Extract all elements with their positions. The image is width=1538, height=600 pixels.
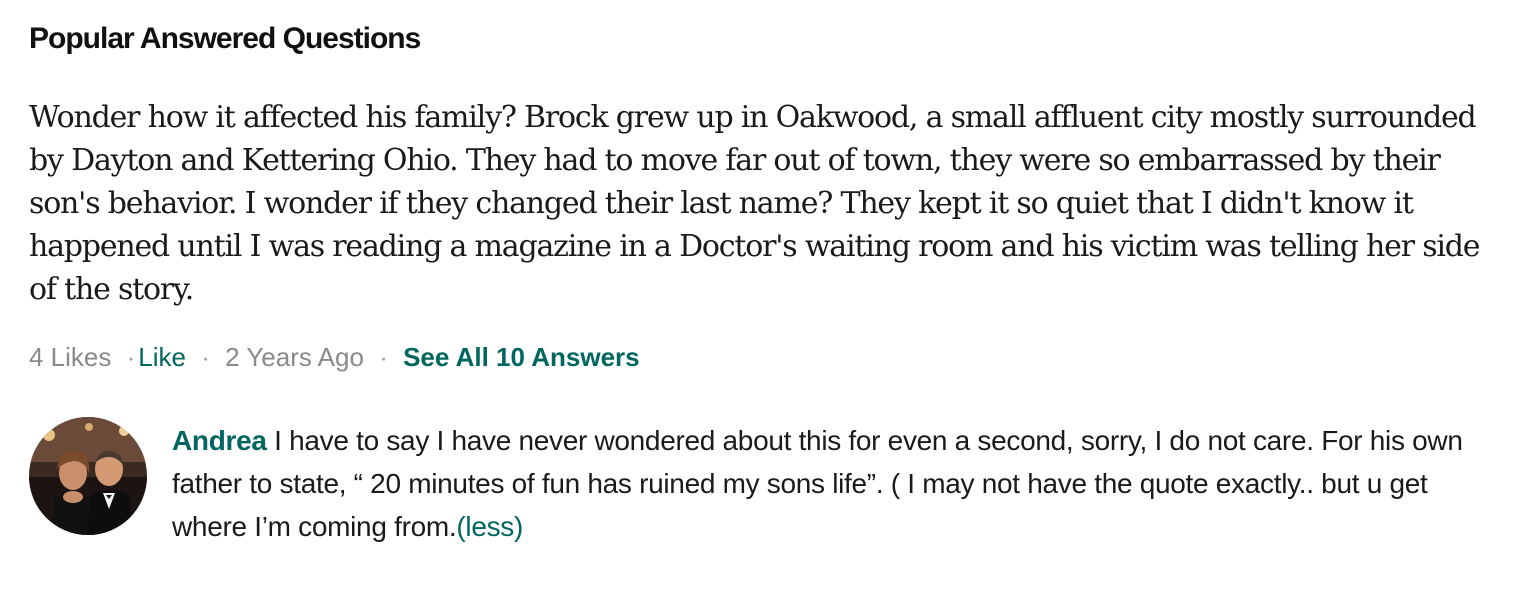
- see-all-answers-link[interactable]: See All 10 Answers: [403, 342, 640, 372]
- like-link[interactable]: Like: [138, 342, 186, 372]
- section-heading: Popular Answered Questions: [29, 22, 421, 55]
- less-link[interactable]: (less): [456, 511, 523, 542]
- question-meta-row: 4 Likes · Like · 2 Years Ago · See All 10…: [29, 342, 640, 373]
- question-age: 2 Years Ago: [225, 342, 364, 372]
- answer-author-avatar[interactable]: [29, 417, 147, 535]
- question-text: Wonder how it affected his family? Brock…: [29, 100, 1481, 307]
- likes-count: 4 Likes: [29, 342, 112, 372]
- meta-separator: ·: [201, 342, 210, 372]
- avatar-photo: [29, 417, 147, 535]
- meta-separator: ·: [126, 342, 136, 372]
- answer-author-name[interactable]: Andrea: [172, 425, 267, 456]
- answer-body: I have to say I have never wondered abou…: [172, 425, 1463, 542]
- answer-text-block: Andrea I have to say I have never wonder…: [172, 419, 1502, 548]
- meta-separator: ·: [379, 342, 388, 372]
